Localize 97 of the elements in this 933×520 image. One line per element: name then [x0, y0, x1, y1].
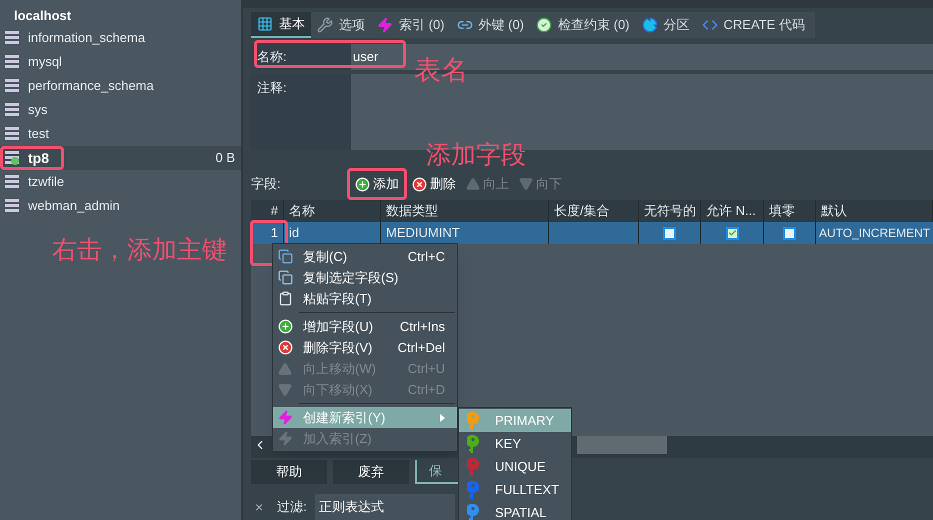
menu-label: FULLTEXT [495, 480, 560, 499]
annotation-text: 添加字段 [426, 143, 526, 168]
menu-label: 删除字段(V) [303, 338, 372, 357]
shortcut-text: Ctrl+Del [398, 338, 445, 357]
column-header[interactable]: # [251, 200, 284, 222]
footer-button[interactable]: 帮助 [251, 460, 327, 484]
database-item[interactable]: information_schema [0, 26, 241, 50]
tab[interactable]: 分区 [636, 12, 696, 38]
wrench-icon [317, 17, 333, 33]
lightning-icon [377, 17, 393, 33]
menu-label: 增加字段(U) [303, 318, 374, 336]
database-name: sys [28, 101, 48, 120]
table-row[interactable]: 1 id MEDIUMINT AUTO_INCREMENT [251, 222, 933, 244]
database-name: information_schema [28, 29, 146, 48]
fields-label: 字段: [251, 175, 282, 194]
lightning-icon [278, 431, 292, 446]
table-cell-text: AUTO_INCREMENT [818, 225, 932, 242]
shortcut-text: Ctrl+Ins [400, 318, 445, 336]
menu-label: 创建新索引(Y) [303, 408, 386, 427]
database-name: tzwfile [28, 173, 64, 192]
filter-label: 过滤: [277, 498, 307, 516]
menu-label: PRIMARY [495, 412, 554, 430]
down-triangle-icon [519, 177, 533, 191]
tab[interactable]: 检查约束 (0) [530, 12, 636, 38]
tab[interactable]: 基本 [251, 12, 311, 38]
database-item[interactable]: test [0, 122, 241, 146]
menu-label: SPATIAL [495, 504, 547, 520]
checkbox[interactable] [726, 226, 738, 240]
menu-item[interactable]: 删除字段(V) Ctrl+Del [273, 337, 457, 358]
grid-icon [257, 16, 273, 32]
menu-item[interactable]: SPATIAL [459, 501, 571, 520]
database-item[interactable]: tzwfile [0, 170, 241, 194]
filter-field[interactable]: 正则表达式 [314, 494, 455, 520]
database-item[interactable]: performance_schema [0, 74, 241, 98]
checkbox[interactable] [663, 226, 676, 240]
menu-label: 复制(C) [303, 248, 348, 266]
database-name: test [28, 125, 49, 144]
tab[interactable]: 外键 (0) [450, 12, 530, 38]
database-icon [4, 198, 20, 214]
database-name: webman_admin [28, 197, 120, 216]
menu-label: 复制选定字段(S) [303, 268, 398, 287]
menu-item[interactable]: 复制选定字段(S) [273, 267, 457, 288]
up-triangle-icon [278, 362, 292, 376]
menu-label: KEY [495, 434, 522, 453]
database-item[interactable]: tp8 0 B [0, 146, 241, 170]
check-circle-icon [536, 17, 552, 33]
database-size: 0 B [215, 149, 235, 168]
database-icon [4, 102, 20, 118]
menu-label: 向下移动(X) [303, 380, 372, 399]
down-triangle-icon [278, 382, 292, 396]
shortcut-text: Ctrl+U [408, 360, 445, 378]
database-item[interactable]: sys [0, 98, 241, 122]
delete-icon [412, 176, 427, 192]
clipboard-icon [278, 291, 292, 306]
close-button[interactable]: × [255, 496, 264, 518]
menu-label: 粘贴字段(T) [303, 290, 372, 308]
submenu-arrow-icon [440, 414, 445, 422]
footer-button[interactable]: 废弃 [333, 460, 409, 484]
database-item[interactable]: mysql [0, 50, 241, 74]
database-icon [4, 54, 20, 70]
database-check-icon [4, 150, 20, 166]
menu-item[interactable]: 增加字段(U) Ctrl+Ins [273, 316, 457, 337]
up-triangle-icon [466, 177, 480, 191]
toolbar-button[interactable]: 删除 [407, 172, 461, 196]
toolbar-button[interactable]: 添加 [347, 168, 407, 200]
lightning-icon [278, 410, 292, 425]
add-icon [355, 176, 370, 192]
menu-item[interactable]: 复制(C) Ctrl+C [273, 246, 457, 267]
database-name: mysql [28, 53, 62, 72]
shortcut-text: Ctrl+C [408, 248, 445, 266]
tab[interactable]: 索引 (0) [371, 12, 450, 38]
add-icon [278, 319, 292, 334]
menu-item[interactable]: KEY [459, 432, 571, 455]
menu-label: UNIQUE [495, 458, 546, 476]
database-icon [4, 30, 20, 46]
database-item[interactable]: webman_admin [0, 194, 241, 218]
database-name: tp8 [28, 148, 49, 168]
menu-label: 加入索引(Z) [303, 430, 372, 448]
annotation-text: 右击，添加主键 [52, 235, 227, 266]
menu-label: 向上移动(W) [303, 360, 376, 378]
database-icon [4, 126, 20, 142]
field-label: 注释: [251, 74, 351, 150]
checkbox[interactable] [783, 226, 796, 240]
tab[interactable]: 选项 [311, 12, 371, 38]
database-name: performance_schema [28, 77, 154, 96]
pie-chart-icon [642, 17, 658, 33]
scrollbar-thumb[interactable] [577, 436, 667, 454]
check-icon [728, 228, 736, 238]
tab[interactable]: CREATE 代码 [696, 12, 811, 38]
menu-item[interactable]: 粘贴字段(T) [273, 288, 457, 309]
database-icon [4, 174, 20, 190]
connection-name[interactable]: localhost [2, 6, 72, 26]
copy-icon [278, 249, 292, 264]
copy-icon [278, 270, 292, 285]
shortcut-text: Ctrl+D [408, 380, 445, 399]
database-icon [4, 78, 20, 94]
delete-icon [278, 340, 292, 355]
